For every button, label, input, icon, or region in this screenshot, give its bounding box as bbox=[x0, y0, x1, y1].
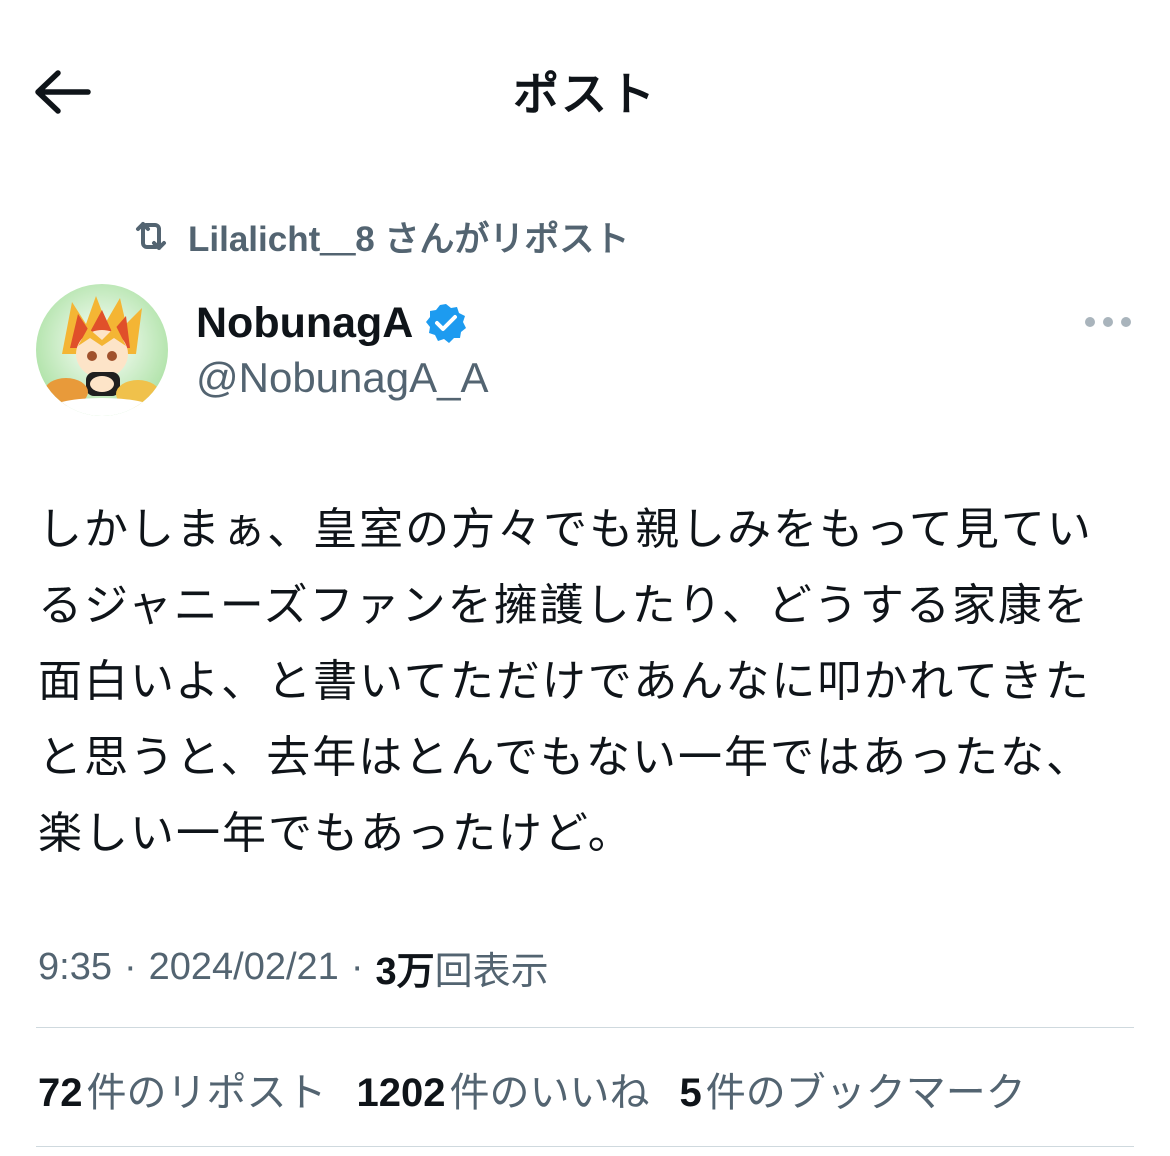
like-count[interactable]: 1202 件のいいね bbox=[357, 1060, 650, 1118]
view-count-label: 回表示 bbox=[434, 950, 549, 993]
top-bar: ポスト bbox=[0, 0, 1170, 180]
tweet-text-line: しかしまぁ、皇室の方々でも親しみをもって見てい bbox=[38, 504, 1093, 555]
page-title: ポスト bbox=[513, 68, 657, 120]
bookmark-count[interactable]: 5 件のブックマーク bbox=[679, 1060, 1025, 1118]
tweet-date[interactable]: 2024/02/21 bbox=[149, 946, 339, 989]
tweet-text-line: と思うと、去年はとんでもない一年ではあったな、 bbox=[38, 732, 1093, 783]
repost-label: Lilalicht＿8 さんがリポスト bbox=[188, 219, 630, 259]
repost-icon bbox=[136, 222, 166, 250]
bookmark-count-label: 件のブックマーク bbox=[705, 1071, 1026, 1115]
meta-separator: · bbox=[350, 945, 364, 988]
author-name-row: NobunagA bbox=[196, 296, 467, 350]
tweet-text-line: 楽しい一年でもあったけど。 bbox=[38, 808, 634, 859]
meta-separator: · bbox=[123, 945, 137, 988]
repost-count-label: 件のリポスト bbox=[86, 1071, 327, 1115]
avatar-image bbox=[36, 284, 168, 416]
avatar[interactable] bbox=[36, 284, 168, 416]
divider bbox=[36, 1146, 1134, 1147]
verified-badge-icon[interactable] bbox=[425, 302, 467, 344]
like-count-label: 件のいいね bbox=[449, 1071, 650, 1115]
tweet-metadata: 9:35 · 2024/02/21 · 3万 回表示 bbox=[38, 940, 549, 994]
repost-context[interactable]: Lilalicht＿8 さんがリポスト bbox=[130, 212, 629, 260]
tweet-text-line: るジャニーズファンを擁護したり、どうする家康を bbox=[38, 580, 1090, 631]
tweet-text: しかしまぁ、皇室の方々でも親しみをもって見てい るジャニーズファンを擁護したり、… bbox=[38, 492, 1148, 872]
more-options-button[interactable] bbox=[1082, 306, 1134, 338]
bookmark-count-number: 5 bbox=[679, 1071, 702, 1115]
author-handle[interactable]: @NobunagA_A bbox=[196, 354, 489, 402]
divider bbox=[36, 1027, 1134, 1028]
engagement-stats: 72 件のリポスト 1202 件のいいね 5 件のブックマーク bbox=[38, 1060, 1056, 1118]
view-count[interactable]: 3万 bbox=[375, 940, 434, 995]
repost-count-number: 72 bbox=[38, 1071, 83, 1115]
tweet-time[interactable]: 9:35 bbox=[38, 946, 112, 989]
more-horizontal-icon bbox=[1085, 317, 1131, 327]
like-count-number: 1202 bbox=[356, 1071, 446, 1115]
author-display-name[interactable]: NobunagA bbox=[196, 299, 413, 348]
repost-count[interactable]: 72 件のリポスト bbox=[38, 1060, 327, 1118]
tweet-text-line: 面白いよ、と書いてただけであんなに叩かれてきた bbox=[38, 656, 1091, 707]
